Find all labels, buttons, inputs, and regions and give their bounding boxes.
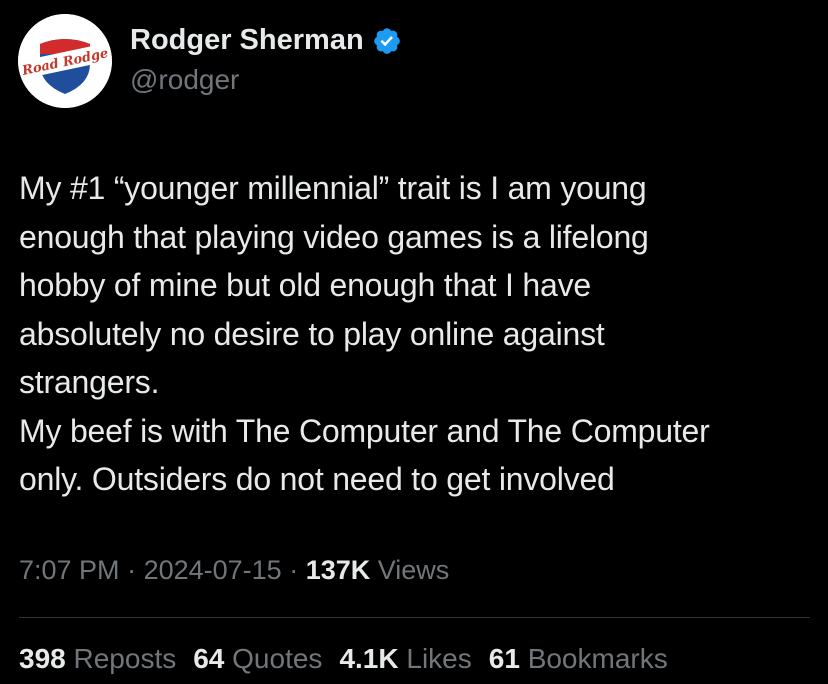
tweet-text-line: My #1 “younger millennial” trait is I am… <box>19 170 647 206</box>
author-name-row: Rodger Sherman <box>130 24 402 57</box>
engagement-stats: 398 Reposts 64 Quotes 4.1K Likes 61 Book… <box>19 643 668 675</box>
tweet-text-line: only. Outsiders do not need to get invol… <box>19 461 615 497</box>
tweet-text-line: hobby of mine but old enough that I have <box>19 267 591 303</box>
tweet-text-line: absolutely no desire to play online agai… <box>19 315 605 352</box>
tweet-text-line: enough that playing video games is a lif… <box>19 218 649 255</box>
views-label: Views <box>377 555 450 585</box>
bookmarks-label: Bookmarks <box>527 643 668 674</box>
tweet-meta: 7:07 PM · 2024-07-15 · 137K Views <box>19 555 449 586</box>
tweet-text: My #1 “younger millennial” trait is I am… <box>19 164 814 504</box>
quotes-stat[interactable]: 64 Quotes <box>193 643 322 675</box>
quotes-count: 64 <box>193 643 225 674</box>
reposts-label: Reposts <box>73 643 177 674</box>
likes-stat[interactable]: 4.1K Likes <box>339 643 471 675</box>
tweet-text-line: My beef is with The Computer and The Com… <box>19 412 710 449</box>
likes-count: 4.1K <box>339 643 399 674</box>
likes-label: Likes <box>406 643 472 674</box>
meta-separator: · <box>119 555 144 585</box>
views-count: 137K <box>305 555 371 585</box>
display-name[interactable]: Rodger Sherman <box>130 24 364 57</box>
avatar[interactable]: Road Rodge <box>18 14 112 108</box>
verified-badge-icon <box>372 26 402 56</box>
author-handle[interactable]: @rodger <box>130 64 239 96</box>
bookmarks-stat[interactable]: 61 Bookmarks <box>489 643 668 675</box>
reposts-count: 398 <box>19 643 66 674</box>
bookmarks-count: 61 <box>488 643 520 674</box>
quotes-label: Quotes <box>232 643 323 674</box>
divider <box>19 617 810 618</box>
meta-separator: · <box>281 555 306 585</box>
tweet-time[interactable]: 7:07 PM <box>19 555 120 585</box>
tweet-date[interactable]: 2024-07-15 <box>144 555 282 585</box>
tweet-text-line: strangers. <box>19 364 160 400</box>
tweet: Road Rodge Rodger Sherman @rodger My #1 … <box>0 0 828 684</box>
road-rodge-logo-icon: Road Rodge <box>18 14 112 108</box>
reposts-stat[interactable]: 398 Reposts <box>19 643 176 675</box>
